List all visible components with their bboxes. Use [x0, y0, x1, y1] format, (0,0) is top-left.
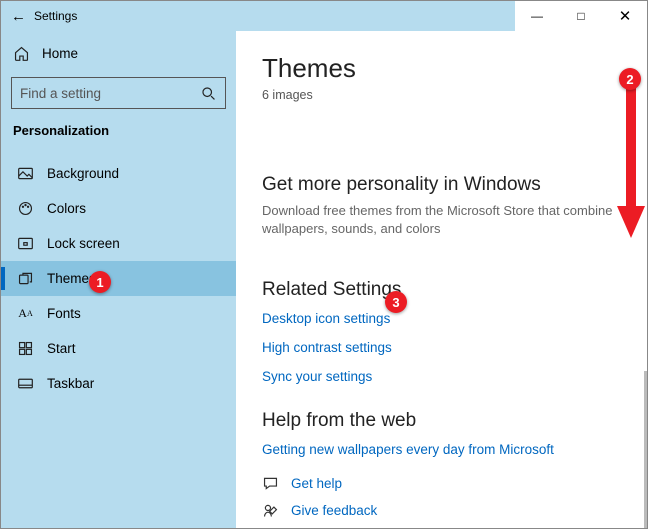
- give-feedback-row[interactable]: Give feedback: [262, 502, 621, 519]
- minimize-button[interactable]: —: [515, 1, 559, 31]
- sidebar-item-label: Lock screen: [47, 236, 120, 251]
- sidebar-item-background[interactable]: Background: [1, 156, 236, 191]
- scrollbar[interactable]: [644, 371, 647, 528]
- home-icon: [13, 45, 30, 62]
- home-button[interactable]: Home: [11, 38, 226, 69]
- palette-icon: [17, 200, 34, 217]
- search-icon: [200, 85, 217, 102]
- annotation-arrow: [617, 86, 645, 241]
- page-title: Themes: [262, 53, 621, 84]
- category-heading: Personalization: [11, 123, 226, 138]
- related-heading: Related Settings: [262, 279, 621, 301]
- sidebar-item-label: Background: [47, 166, 119, 181]
- close-button[interactable]: ✕: [603, 1, 647, 31]
- home-label: Home: [42, 46, 78, 61]
- picture-icon: [17, 165, 34, 182]
- link-high-contrast[interactable]: High contrast settings: [262, 340, 621, 355]
- taskbar-icon: [17, 375, 34, 392]
- sidebar: Home Find a setting Personalization Back…: [1, 31, 236, 528]
- maximize-button[interactable]: □: [559, 1, 603, 31]
- search-input[interactable]: Find a setting: [11, 77, 226, 109]
- chat-icon: [262, 475, 279, 492]
- fonts-icon: AA: [17, 305, 34, 322]
- sidebar-item-label: Taskbar: [47, 376, 94, 391]
- sidebar-item-taskbar[interactable]: Taskbar: [1, 366, 236, 401]
- sidebar-item-start[interactable]: Start: [1, 331, 236, 366]
- give-feedback-label: Give feedback: [291, 503, 377, 518]
- sidebar-item-label: Start: [47, 341, 76, 356]
- sidebar-item-fonts[interactable]: AA Fonts: [1, 296, 236, 331]
- sidebar-item-themes[interactable]: Themes: [1, 261, 236, 296]
- lock-icon: [17, 235, 34, 252]
- sidebar-item-lockscreen[interactable]: Lock screen: [1, 226, 236, 261]
- annotation-badge-3: 3: [385, 291, 407, 313]
- main-content: Themes 6 images Get more personality in …: [236, 31, 647, 528]
- annotation-badge-1: 1: [89, 271, 111, 293]
- link-help-wallpapers[interactable]: Getting new wallpapers every day from Mi…: [262, 442, 621, 457]
- sidebar-item-label: Colors: [47, 201, 86, 216]
- link-sync-settings[interactable]: Sync your settings: [262, 369, 621, 384]
- themes-icon: [17, 270, 34, 287]
- link-desktop-icon-settings[interactable]: Desktop icon settings: [262, 311, 621, 326]
- sidebar-item-colors[interactable]: Colors: [1, 191, 236, 226]
- more-desc: Download free themes from the Microsoft …: [262, 202, 621, 237]
- window-title: Settings: [34, 9, 77, 23]
- get-help-label: Get help: [291, 476, 342, 491]
- titlebar: ← Settings — □ ✕: [1, 1, 647, 31]
- sidebar-item-label: Fonts: [47, 306, 81, 321]
- back-icon: ←: [11, 8, 26, 25]
- more-heading: Get more personality in Windows: [262, 174, 621, 196]
- start-icon: [17, 340, 34, 357]
- search-placeholder: Find a setting: [20, 86, 101, 101]
- page-subtitle: 6 images: [262, 88, 621, 102]
- get-help-row[interactable]: Get help: [262, 475, 621, 492]
- annotation-badge-2: 2: [619, 68, 641, 90]
- help-heading: Help from the web: [262, 410, 621, 432]
- feedback-icon: [262, 502, 279, 519]
